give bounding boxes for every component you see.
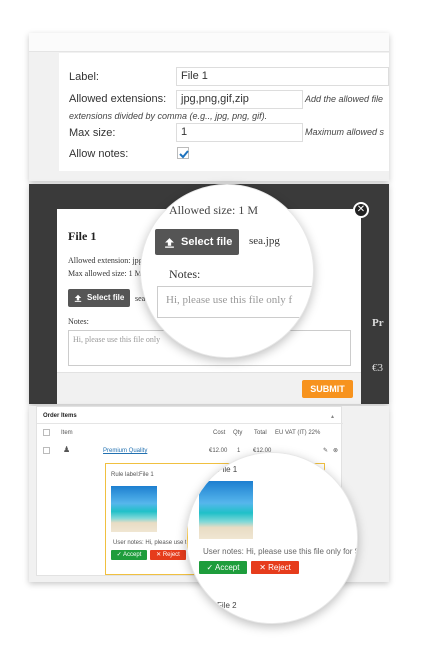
extensions-field-label: Allowed extensions: bbox=[69, 93, 167, 105]
column-cost: Cost bbox=[213, 430, 226, 436]
product-link[interactable]: Premium Quality bbox=[103, 448, 147, 454]
allow-notes-checkbox[interactable] bbox=[177, 147, 189, 159]
reject-button[interactable]: ✕ Reject bbox=[150, 550, 186, 560]
magnified-rule-label: el: File 1 bbox=[207, 465, 238, 474]
magnified-reject-label: Reject bbox=[268, 563, 291, 572]
magnified-select-file-label: Select file bbox=[181, 236, 233, 248]
label-input[interactable]: File 1 bbox=[176, 67, 389, 86]
extensions-input[interactable]: jpg,png,gif,zip bbox=[176, 90, 303, 109]
column-qty: Qty bbox=[233, 430, 243, 436]
magnified-accept-label: Accept bbox=[215, 563, 240, 572]
select-file-label: Select file bbox=[87, 293, 125, 302]
row-checkbox[interactable] bbox=[43, 447, 50, 454]
modal-title: File 1 bbox=[68, 229, 97, 243]
panel-top-bar bbox=[29, 33, 389, 52]
notes-label: Notes: bbox=[68, 317, 89, 326]
checkmark-icon bbox=[179, 150, 189, 159]
accept-button[interactable]: ✓ Accept bbox=[111, 550, 147, 560]
allowed-extension-text: Allowed extension: jpg bbox=[68, 256, 143, 265]
rule-label-prefix: Rule label: bbox=[111, 472, 140, 478]
user-notes-text: User notes: Hi, please use th bbox=[113, 540, 191, 546]
allow-notes-field-label: Allow notes: bbox=[69, 148, 129, 160]
magnified-notes-textarea[interactable]: Hi, please use this file only f bbox=[157, 286, 313, 318]
magnifier-select-file: Allowed size: 1 M Select file sea.jpg No… bbox=[140, 184, 314, 358]
magnified-image-thumbnail[interactable] bbox=[199, 481, 253, 539]
magnified-user-notes: User notes: Hi, please use this file onl… bbox=[203, 547, 358, 556]
column-vat: EU VAT (IT) 22% bbox=[275, 430, 321, 436]
extensions-hint: Add the allowed file bbox=[305, 94, 384, 104]
magnified-reject-button[interactable]: ✕ Reject bbox=[251, 561, 299, 574]
column-total: Total bbox=[254, 430, 267, 436]
max-size-input[interactable]: 1 bbox=[176, 123, 303, 142]
magnified-file-name: sea.jpg bbox=[249, 235, 280, 247]
magnified-notes-label: Notes: bbox=[169, 267, 201, 281]
magnified-file-2-label: File 2 bbox=[217, 601, 237, 610]
max-allowed-size-text: Max allowed size: 1 M bbox=[68, 269, 142, 278]
backdrop-price-text: €3 bbox=[372, 362, 383, 374]
magnified-select-file-button[interactable]: Select file bbox=[155, 229, 239, 255]
extensions-hint-line-2: extensions divided by comma (e.g.., jpg,… bbox=[69, 111, 268, 121]
product-thumbnail-icon: ♟ bbox=[63, 445, 71, 454]
uploaded-image-thumbnail[interactable] bbox=[111, 486, 157, 532]
accept-label: Accept bbox=[123, 552, 142, 558]
column-item: Item bbox=[61, 430, 73, 436]
collapse-icon[interactable]: ▴ bbox=[331, 413, 334, 420]
max-size-field-label: Max size: bbox=[69, 127, 116, 139]
close-icon[interactable]: ✕ bbox=[353, 202, 369, 218]
select-file-button[interactable]: Select file bbox=[68, 289, 130, 307]
select-all-checkbox[interactable] bbox=[43, 429, 50, 436]
max-size-hint: Maximum allowed s bbox=[305, 127, 385, 137]
file-rule-settings-panel: Label: File 1 Allowed extensions: jpg,pn… bbox=[29, 33, 389, 181]
order-items-title: Order Items bbox=[43, 413, 77, 419]
upload-icon bbox=[165, 238, 174, 248]
backdrop-column-text: Pr bbox=[372, 317, 384, 329]
label-field-label: Label: bbox=[69, 71, 99, 83]
magnified-accept-button[interactable]: ✓ Accept bbox=[199, 561, 247, 574]
magnified-backdrop-text: Allowed size: 1 M bbox=[169, 203, 258, 217]
upload-icon bbox=[74, 294, 82, 302]
magnifier-accept-reject: el: File 1 User notes: Hi, please use th… bbox=[186, 452, 358, 624]
reject-label: Reject bbox=[162, 552, 180, 558]
submit-button[interactable]: SUBMIT bbox=[302, 380, 353, 398]
modal-footer: SUBMIT bbox=[57, 372, 361, 404]
rule-label-value: File 1 bbox=[139, 472, 154, 478]
